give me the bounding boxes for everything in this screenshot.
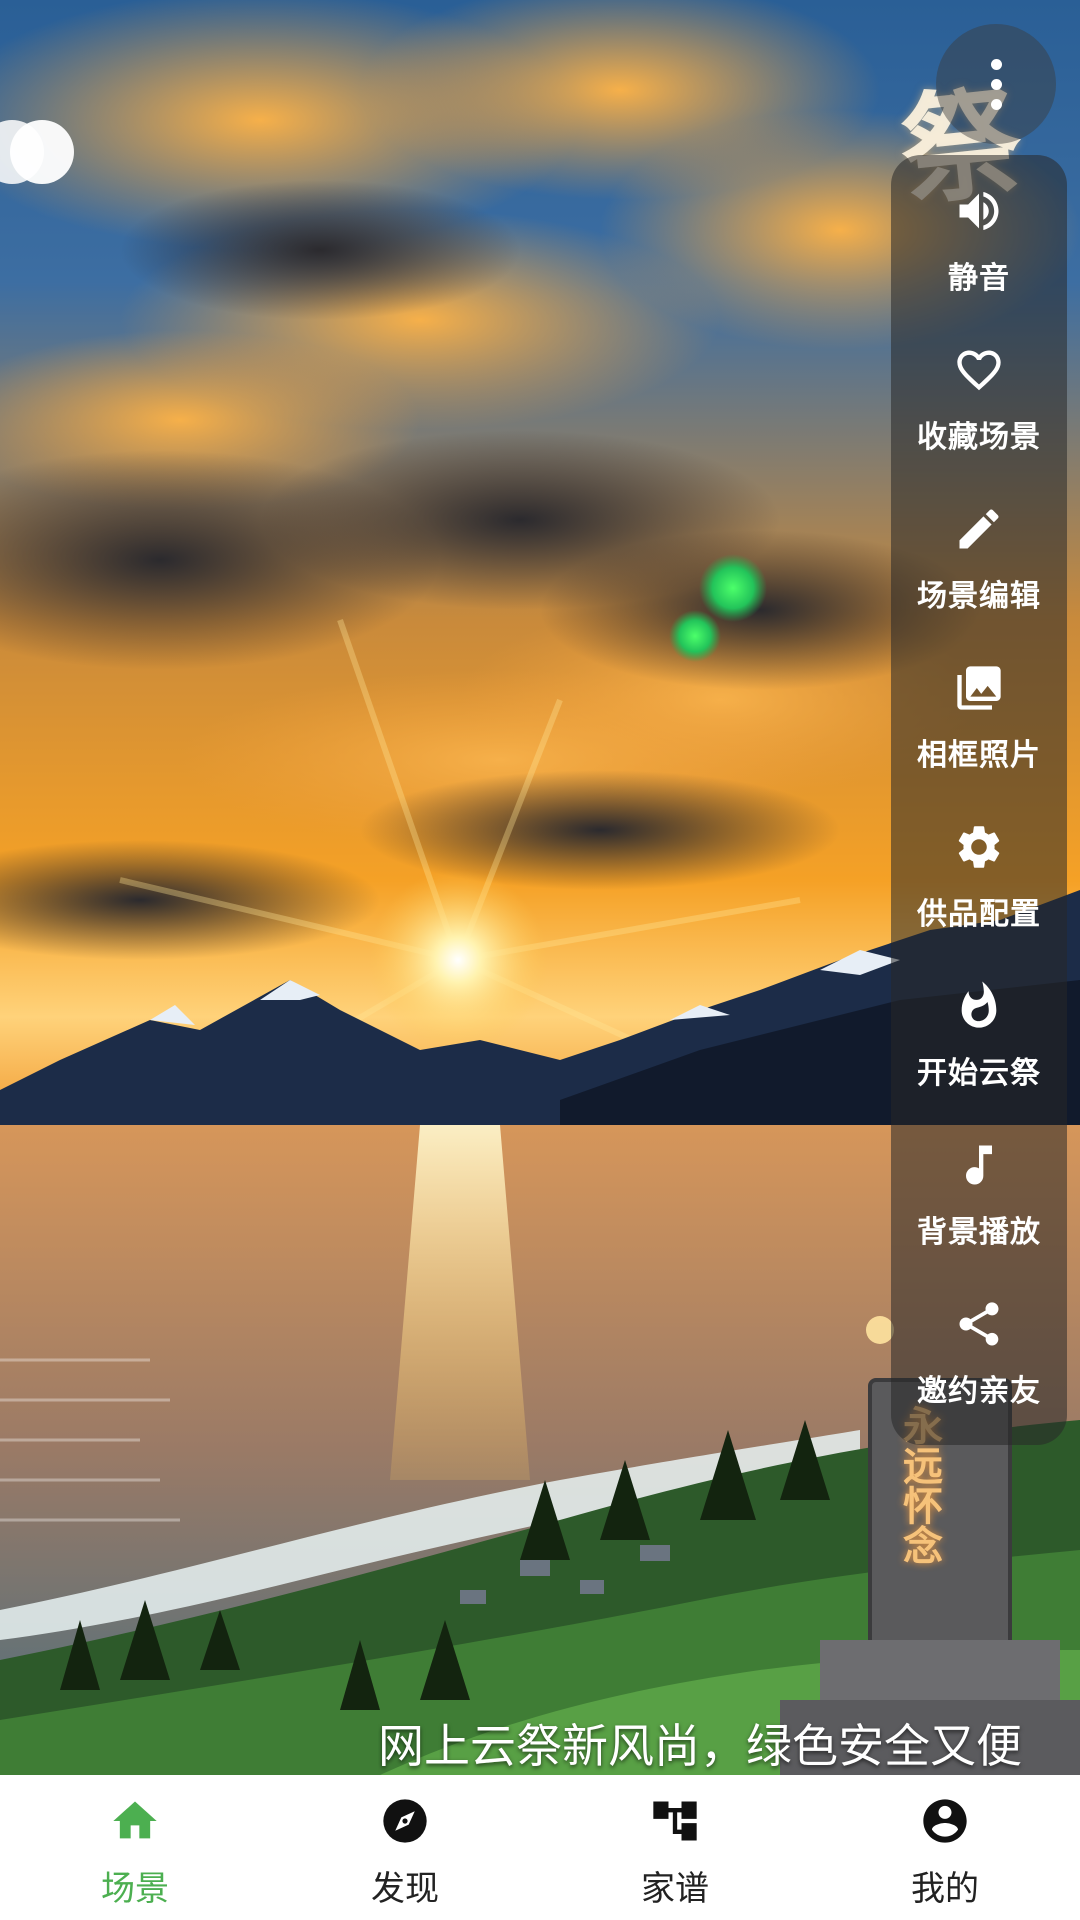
- side-item-label: 静音: [948, 261, 1010, 296]
- marquee-slogan: 网上云祭新风尚，绿色安全又便: [378, 1719, 1022, 1773]
- nav-item-label: 场景: [101, 1869, 169, 1909]
- nav-item-family-tree[interactable]: 家谱: [540, 1775, 810, 1920]
- nav-item-label: 我的: [911, 1869, 979, 1909]
- side-item-background-play[interactable]: 背景播放: [891, 1109, 1067, 1259]
- side-item-label: 背景播放: [917, 1215, 1041, 1250]
- side-item-invite-friends[interactable]: 邀约亲友: [891, 1268, 1067, 1418]
- side-item-label: 收藏场景: [917, 420, 1041, 455]
- side-item-label: 邀约亲友: [917, 1374, 1041, 1409]
- nav-item-mine[interactable]: 我的: [810, 1775, 1080, 1920]
- family-tree-icon: [647, 1793, 703, 1849]
- pencil-icon: [951, 501, 1007, 557]
- side-item-edit-scene[interactable]: 场景编辑: [891, 473, 1067, 623]
- more-vertical-icon: [990, 58, 1002, 110]
- share-icon: [951, 1296, 1007, 1352]
- side-item-label: 开始云祭: [917, 1056, 1041, 1091]
- nav-item-label: 发现: [371, 1869, 439, 1909]
- side-item-label: 相框照片: [917, 738, 1041, 773]
- image-icon: [951, 660, 1007, 716]
- bottom-nav: 场景 发现 家谱 我的: [0, 1775, 1080, 1920]
- account-icon: [917, 1793, 973, 1849]
- music-note-icon: [951, 1137, 1007, 1193]
- more-button[interactable]: [936, 24, 1056, 144]
- side-item-offering-config[interactable]: 供品配置: [891, 791, 1067, 941]
- side-item-mute[interactable]: 静音: [891, 155, 1067, 305]
- side-item-favorite-scene[interactable]: 收藏场景: [891, 314, 1067, 464]
- side-item-label: 供品配置: [917, 897, 1041, 932]
- gear-icon: [951, 819, 1007, 875]
- heart-icon: [951, 342, 1007, 398]
- side-item-frame-photo[interactable]: 相框照片: [891, 632, 1067, 782]
- side-item-start-memorial[interactable]: 开始云祭: [891, 950, 1067, 1100]
- side-action-panel: 静音 收藏场景 场景编辑 相框照片 供品配置 开始云祭 背景播放 邀约亲友: [891, 155, 1067, 1445]
- nav-item-discover[interactable]: 发现: [270, 1775, 540, 1920]
- side-item-label: 场景编辑: [917, 579, 1041, 614]
- nav-item-scene[interactable]: 场景: [0, 1775, 270, 1920]
- compass-icon: [377, 1793, 433, 1849]
- home-icon: [107, 1793, 163, 1849]
- app-root: 祭 永远怀念 静音 收藏场景 场景编辑 相框照片 供品配置 开始云祭 背景播放 …: [0, 0, 1080, 1920]
- top-left-dots-decoration: [0, 108, 90, 198]
- dot-circle: [10, 120, 74, 184]
- volume-icon: [951, 183, 1007, 239]
- nav-item-label: 家谱: [641, 1869, 709, 1909]
- flame-icon: [951, 978, 1007, 1034]
